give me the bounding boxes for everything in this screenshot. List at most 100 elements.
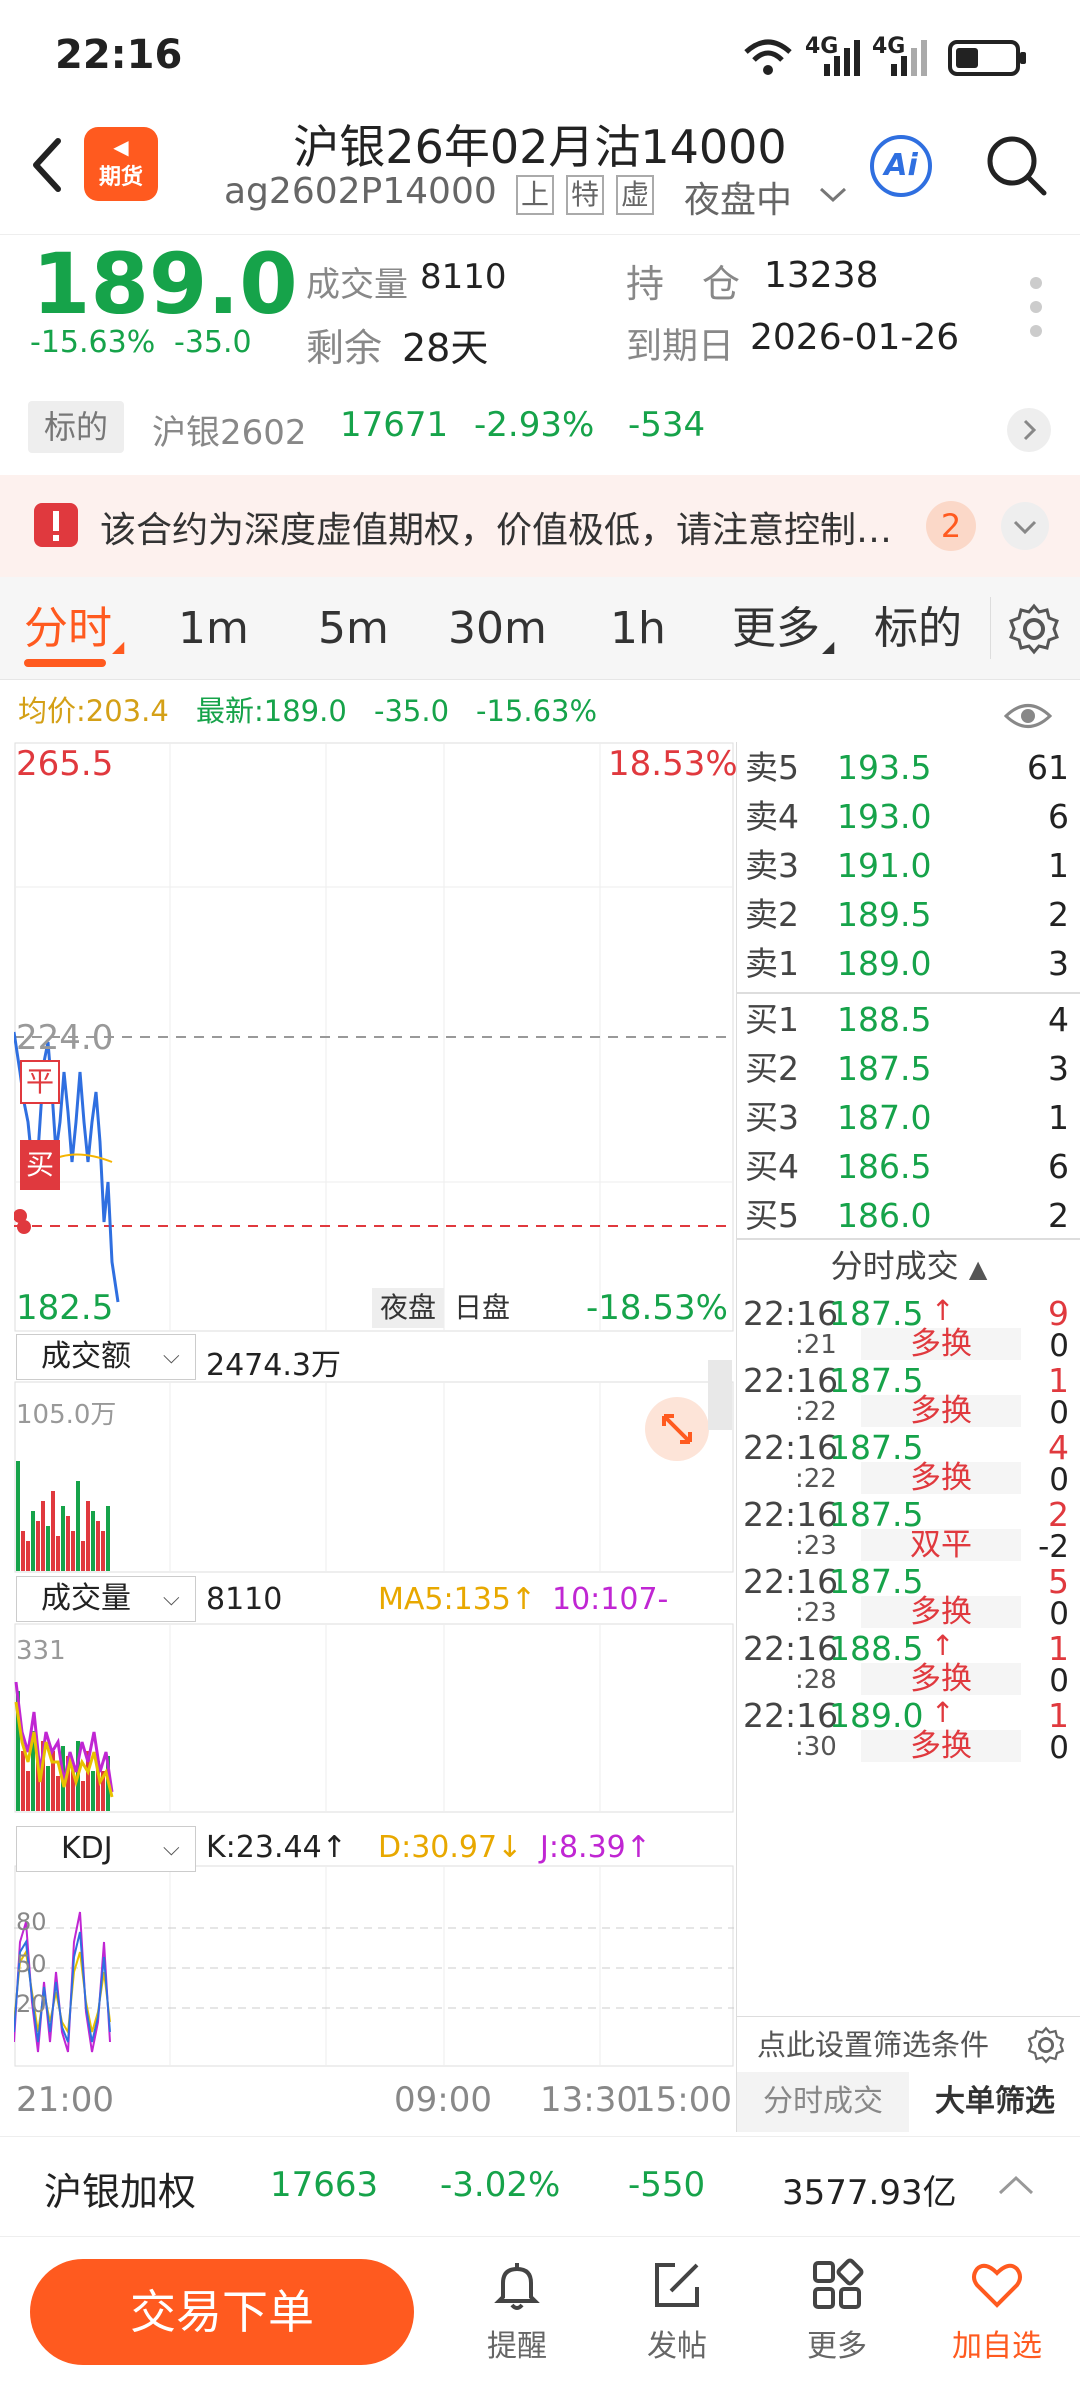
trade-item: 22:16 188.5 ↑ 1:28 多换 0	[737, 1629, 1075, 1699]
status-time: 22:16	[55, 32, 183, 78]
amount-max: 105.0万	[16, 1400, 117, 1430]
tab-1h[interactable]: 1h	[610, 577, 666, 680]
tab-30m[interactable]: 30m	[448, 577, 547, 680]
trade-item: 22:16 187.5 2:23 双平 -2	[737, 1495, 1075, 1565]
weighted-index-bar[interactable]: 沪银加权 17663 -3.02% -550 3577.93亿	[0, 2136, 1080, 2236]
trade-time: 22:16	[743, 1629, 839, 1668]
scroll-handle[interactable]	[708, 1360, 732, 1430]
ask-row[interactable]: 卖2 189.5 2	[737, 891, 1075, 939]
chevron-down-icon: ⌵	[163, 1586, 180, 1611]
trade-order-button[interactable]: 交易下单	[30, 2259, 414, 2365]
amount-selector[interactable]: 成交额 ⌵	[16, 1334, 196, 1380]
ask-row[interactable]: 卖4 193.0 6	[737, 793, 1075, 841]
subtab-trades[interactable]: 分时成交	[737, 2072, 909, 2132]
gear-icon[interactable]	[1008, 603, 1060, 659]
chevron-right-icon[interactable]	[1006, 407, 1052, 457]
quote-panel: 189.0 -15.63% -35.0 成交量 8110 持 仓 13238 剩…	[0, 235, 1080, 385]
bid-level-label: 买1	[745, 1000, 799, 1039]
ask-row[interactable]: 卖1 189.0 3	[737, 940, 1075, 988]
time-axis-close: 15:00	[634, 2080, 732, 2120]
back-arrow-icon[interactable]	[28, 135, 64, 199]
chart-area[interactable]	[12, 742, 734, 2132]
filter-setting-link[interactable]: 点此设置筛选条件	[757, 2022, 989, 2064]
histogram-bar	[56, 1776, 60, 1811]
bid-row[interactable]: 买4 186.5 6	[737, 1143, 1075, 1191]
ask-price: 189.5	[837, 895, 932, 934]
bid-price: 188.5	[837, 1000, 932, 1039]
histogram-bar	[26, 1771, 30, 1811]
index-amount: 3577.93亿	[782, 2173, 957, 2213]
bid-qty: 6	[1048, 1147, 1069, 1186]
bid-level-label: 买3	[745, 1098, 799, 1137]
trades-divider	[737, 1238, 1080, 1240]
tab-underlying[interactable]: 标的	[874, 577, 962, 680]
risk-warning-banner[interactable]: 该合约为深度虚值期权，价值极低，请注意控制… 2	[0, 475, 1080, 577]
bid-row[interactable]: 买2 187.5 3	[737, 1045, 1075, 1093]
close-position-marker: 平	[20, 1060, 60, 1104]
histogram-bar	[71, 1531, 75, 1571]
chevron-down-icon[interactable]	[818, 185, 848, 209]
trades-header[interactable]: 分时成交 ▲	[737, 1242, 1080, 1290]
histogram-bar	[16, 1461, 20, 1571]
amount-value: 2474.3万	[206, 1348, 341, 1383]
nav-remind[interactable]: 提醒	[457, 2257, 577, 2365]
chevron-down-icon[interactable]	[1000, 501, 1050, 555]
more-vertical-icon[interactable]	[1028, 275, 1044, 343]
trade-oi-change: 0	[1049, 1462, 1069, 1498]
kdj-j: J:8.39↑	[540, 1830, 651, 1865]
histogram-bar	[96, 1521, 100, 1571]
trade-item: 22:16 187.5 4:22 多换 0	[737, 1428, 1075, 1498]
histogram-bar	[66, 1516, 70, 1571]
volume-selector[interactable]: 成交量 ⌵	[16, 1576, 196, 1622]
session-day-toggle[interactable]: 日盘	[446, 1288, 518, 1328]
volume-label: 成交量	[306, 265, 408, 305]
session-status[interactable]: 夜盘中	[684, 171, 792, 223]
underlying-bar[interactable]: 标的 沪银2602 17671 -2.93% -534	[0, 385, 1080, 475]
time-axis-afternoon: 13:30	[540, 2080, 638, 2120]
tab-more[interactable]: 更多	[732, 577, 820, 680]
search-icon[interactable]	[984, 133, 1048, 201]
trade-seconds: :22	[795, 1464, 837, 1494]
ask-row[interactable]: 卖5 193.5 61	[737, 744, 1075, 792]
otm-tag: 虚	[616, 175, 654, 215]
trade-type: 多换	[861, 1596, 1021, 1628]
histogram-bar	[51, 1491, 55, 1571]
subtab-large-orders[interactable]: 大单筛选	[909, 2072, 1080, 2132]
bid-price: 186.0	[837, 1196, 932, 1235]
wifi-icon	[742, 36, 794, 84]
battery-icon	[948, 40, 1028, 80]
ai-button[interactable]: Ai	[870, 135, 932, 197]
tab-divider	[990, 597, 991, 659]
buy-marker: 买	[20, 1140, 60, 1190]
underlying-tag: 标的	[28, 401, 124, 453]
bid-row[interactable]: 买5 186.0 2	[737, 1192, 1075, 1240]
bid-row[interactable]: 买3 187.0 1	[737, 1094, 1075, 1142]
ask-row[interactable]: 卖3 191.0 1	[737, 842, 1075, 890]
tab-5m[interactable]: 5m	[318, 577, 389, 680]
bid-qty: 4	[1048, 1000, 1069, 1039]
nav-more[interactable]: 更多	[777, 2257, 897, 2365]
ask-price: 193.0	[837, 797, 932, 836]
kdj-level-20: 20	[16, 1990, 47, 2018]
session-night-toggle[interactable]: 夜盘	[372, 1288, 444, 1328]
signal-icon-2	[885, 38, 931, 82]
expand-icon[interactable]	[644, 1396, 710, 1466]
gear-icon[interactable]	[1027, 2026, 1065, 2068]
chart-high-price: 265.5	[16, 744, 114, 784]
kdj-label: KDJ	[61, 1831, 113, 1866]
bid-row[interactable]: 买1 188.5 4	[737, 996, 1075, 1044]
nav-fav-label: 加自选	[952, 2329, 1042, 2364]
chevron-down-icon: ⌵	[163, 1836, 180, 1861]
kdj-selector[interactable]: KDJ ⌵	[16, 1826, 196, 1872]
nav-add-favorite[interactable]: 加自选	[937, 2257, 1057, 2365]
bid-qty: 2	[1048, 1196, 1069, 1235]
contract-title: 沪银26年02月沽14000	[293, 120, 787, 174]
tab-1m[interactable]: 1m	[178, 577, 249, 680]
nav-post[interactable]: 发帖	[617, 2257, 737, 2365]
bid-qty: 3	[1048, 1049, 1069, 1088]
histogram-bar	[26, 1541, 30, 1571]
remain-label: 剩余	[306, 326, 383, 370]
chevron-up-icon[interactable]	[996, 2173, 1036, 2201]
histogram-bar	[36, 1521, 40, 1571]
tab-corner-icon: ◢	[822, 637, 835, 656]
